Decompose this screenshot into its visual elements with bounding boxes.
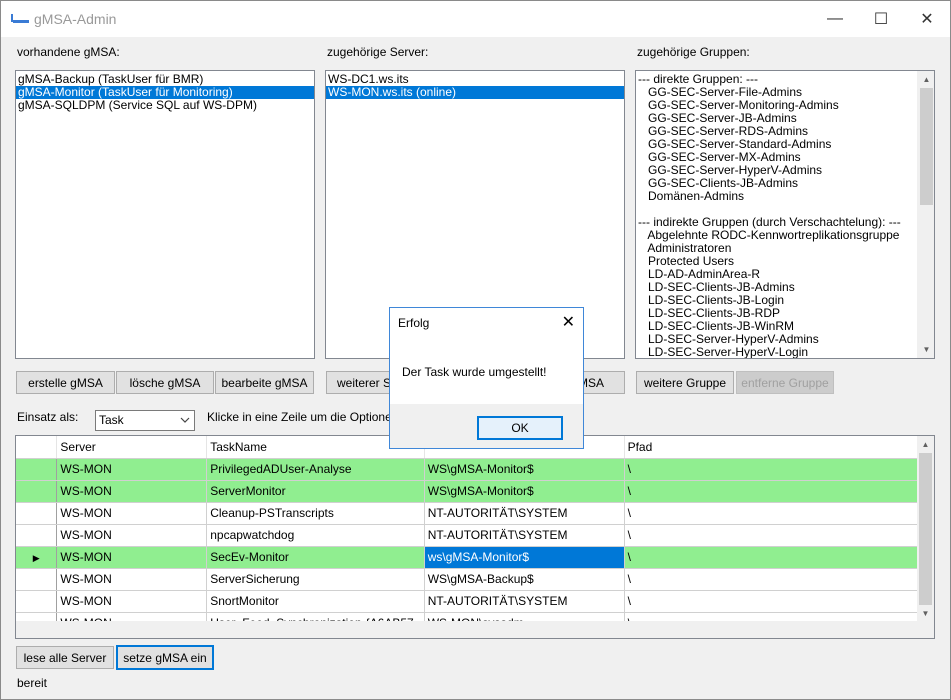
group-list-item[interactable]: LD-SEC-Server-HyperV-Login (636, 346, 934, 359)
cell-server[interactable]: WS-MON (56, 524, 208, 547)
cell-path[interactable]: \ (624, 502, 934, 525)
cell-path[interactable]: \ (624, 590, 934, 613)
remove-group-button[interactable]: entferne Gruppe (736, 371, 834, 394)
cell-taskname[interactable]: ServerSicherung (206, 568, 425, 591)
cell-account[interactable]: NT-AUTORITÄT\SYSTEM (424, 502, 625, 525)
server-list-item[interactable]: WS-MON.ws.its (online) (326, 86, 624, 99)
servers-label: zugehörige Server: (327, 45, 429, 59)
groups-listbox[interactable]: --- direkte Gruppen: --- GG-SEC-Server-F… (635, 70, 935, 359)
cell-server[interactable]: WS-MON (56, 590, 208, 613)
gmsa-list-item[interactable]: gMSA-SQLDPM (Service SQL auf WS-DPM) (16, 99, 314, 112)
groups-scrollbar[interactable]: ▲ ▼ (917, 71, 934, 358)
cell-account[interactable]: ws\gMSA-Monitor$ (424, 546, 625, 569)
scroll-up-icon[interactable]: ▲ (917, 436, 934, 453)
row-header[interactable] (16, 502, 58, 525)
dialog-title: Erfolg (398, 316, 430, 330)
table-row[interactable]: ▶ WS-MON SecEv-Monitor ws\gMSA-Monitor$ \ (16, 546, 934, 569)
row-header[interactable] (16, 590, 58, 613)
cell-server[interactable]: WS-MON (56, 568, 208, 591)
table-row[interactable]: WS-MON ServerMonitor WS\gMSA-Monitor$ \ (16, 480, 934, 503)
table-row[interactable]: WS-MON ServerSicherung WS\gMSA-Backup$ \ (16, 568, 934, 591)
cell-server[interactable]: WS-MON (56, 546, 208, 569)
dialog-footer: OK (390, 404, 583, 448)
cell-taskname[interactable]: ServerMonitor (206, 480, 425, 503)
app-icon (11, 13, 29, 27)
cell-taskname[interactable]: PrivilegedADUser-Analyse (206, 458, 425, 481)
maximize-button[interactable]: ☐ (858, 1, 904, 37)
edit-gmsa-button[interactable]: bearbeite gMSA (215, 371, 314, 394)
dialog-message: Der Task wurde umgestellt! (402, 365, 547, 379)
einsatz-label: Einsatz als: (17, 410, 79, 424)
gmsa-label: vorhandene gMSA: (17, 45, 120, 59)
cell-taskname[interactable]: Cleanup-PSTranscripts (206, 502, 425, 525)
create-gmsa-button[interactable]: erstelle gMSA (16, 371, 115, 394)
maximize-icon: ☐ (873, 11, 889, 28)
scroll-down-icon[interactable]: ▼ (917, 605, 934, 622)
chevron-down-icon (180, 411, 190, 437)
minimize-button[interactable]: — (812, 1, 858, 37)
cell-server[interactable]: WS-MON (56, 458, 208, 481)
cell-server[interactable]: WS-MON (56, 480, 208, 503)
row-header[interactable] (16, 524, 58, 547)
grid-corner (16, 436, 58, 459)
gmsa-listbox[interactable]: gMSA-Backup (TaskUser für BMR) gMSA-Monit… (15, 70, 315, 359)
grid-horizontal-scrollbar[interactable] (16, 621, 934, 638)
table-row[interactable]: WS-MON npcapwatchdog NT-AUTORITÄT\SYSTEM \ (16, 524, 934, 547)
current-row-icon: ▶ (32, 553, 40, 563)
minimize-icon: — (827, 10, 843, 27)
table-row[interactable]: WS-MON PrivilegedADUser-Analyse WS\gMSA-Mo… (16, 458, 934, 481)
close-button[interactable]: ✕ (904, 1, 950, 37)
einsatz-value: Task (99, 413, 124, 427)
status-text: bereit (17, 676, 48, 690)
scroll-thumb[interactable] (920, 88, 933, 205)
row-header[interactable] (16, 458, 58, 481)
success-dialog: Erfolg ✕ Der Task wurde umgestellt! OK (389, 307, 584, 449)
title-bar: gMSA-Admin — ☐ ✕ (1, 1, 950, 37)
groups-list-items: --- direkte Gruppen: --- GG-SEC-Server-F… (636, 71, 934, 359)
scroll-down-icon[interactable]: ▼ (918, 341, 934, 358)
cell-account[interactable]: NT-AUTORITÄT\SYSTEM (424, 590, 625, 613)
delete-gmsa-button[interactable]: lösche gMSA (116, 371, 214, 394)
cell-path[interactable]: \ (624, 568, 934, 591)
column-header-server[interactable]: Server (56, 436, 208, 459)
column-header-path[interactable]: Pfad (624, 436, 934, 459)
add-group-button[interactable]: weitere Gruppe (636, 371, 734, 394)
scroll-up-icon[interactable]: ▲ (918, 71, 934, 88)
cell-server[interactable]: WS-MON (56, 502, 208, 525)
row-header[interactable] (16, 480, 58, 503)
scroll-thumb[interactable] (919, 453, 932, 605)
cell-taskname[interactable]: SecEv-Monitor (206, 546, 425, 569)
window-title: gMSA-Admin (34, 11, 117, 27)
dialog-close-icon[interactable]: ✕ (562, 312, 575, 332)
groups-label: zugehörige Gruppen: (637, 45, 750, 59)
cell-account[interactable]: NT-AUTORITÄT\SYSTEM (424, 524, 625, 547)
cell-path[interactable]: \ (624, 524, 934, 547)
cell-path[interactable]: \ (624, 546, 934, 569)
grid-vertical-scrollbar[interactable]: ▲ ▼ (917, 436, 934, 622)
cell-account[interactable]: WS\gMSA-Backup$ (424, 568, 625, 591)
apply-gmsa-button[interactable]: setze gMSA ein (116, 645, 214, 670)
einsatz-combobox[interactable]: Task (95, 410, 195, 431)
task-grid[interactable]: Server TaskName Pfad WS-MON PrivilegedADU… (15, 435, 935, 639)
row-header[interactable]: ▶ (16, 546, 58, 569)
close-icon: ✕ (920, 11, 934, 28)
grid-hint-text: Klicke in eine Zeile um die Optionen (207, 410, 399, 424)
row-header[interactable] (16, 568, 58, 591)
table-row[interactable]: WS-MON SnortMonitor NT-AUTORITÄT\SYSTEM \ (16, 590, 934, 613)
cell-taskname[interactable]: npcapwatchdog (206, 524, 425, 547)
table-row[interactable]: WS-MON Cleanup-PSTranscripts NT-AUTORITÄT\… (16, 502, 934, 525)
cell-taskname[interactable]: SnortMonitor (206, 590, 425, 613)
cell-path[interactable]: \ (624, 458, 934, 481)
app-window: gMSA-Admin — ☐ ✕ vorhandene gMSA: zugehö… (0, 0, 951, 700)
dialog-ok-button[interactable]: OK (477, 416, 563, 440)
cell-account[interactable]: WS\gMSA-Monitor$ (424, 480, 625, 503)
cell-path[interactable]: \ (624, 480, 934, 503)
cell-account[interactable]: WS\gMSA-Monitor$ (424, 458, 625, 481)
group-list-item[interactable]: Domänen-Admins (636, 190, 934, 203)
read-all-servers-button[interactable]: lese alle Server (16, 646, 114, 669)
